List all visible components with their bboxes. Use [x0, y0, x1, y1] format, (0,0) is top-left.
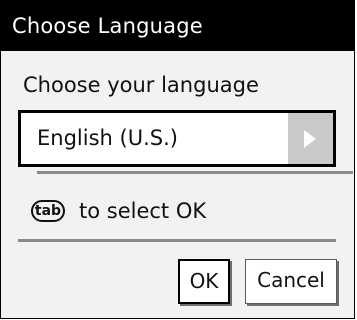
- language-select[interactable]: English (U.S.): [18, 110, 336, 167]
- tab-key-icon: tab: [31, 200, 65, 222]
- dialog-title: Choose Language: [1, 1, 354, 51]
- dropdown-arrow-icon[interactable]: [288, 113, 333, 164]
- triangle-right-icon: [304, 130, 316, 148]
- cancel-button[interactable]: Cancel: [245, 259, 337, 304]
- ok-button[interactable]: OK: [178, 259, 230, 304]
- separator: [18, 239, 336, 242]
- keyboard-hint: tab to select OK: [31, 196, 206, 226]
- language-select-value: English (U.S.): [37, 126, 178, 150]
- hint-text: to select OK: [79, 199, 207, 223]
- language-prompt: Choose your language: [23, 73, 259, 97]
- choose-language-dialog: Choose Language Choose your language Eng…: [0, 0, 355, 319]
- select-underline: [37, 171, 353, 174]
